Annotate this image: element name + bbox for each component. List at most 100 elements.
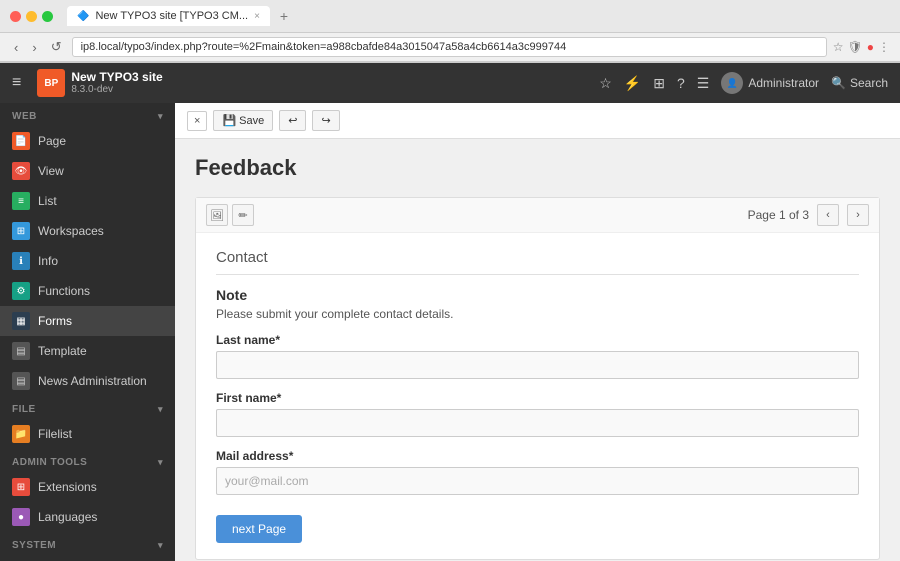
maximize-dot[interactable] [42,11,53,22]
lastname-label: Last name* [216,333,859,347]
next-page-button[interactable]: next Page [216,515,302,543]
sidebar-item-label: Filelist [38,427,72,441]
grid-icon[interactable]: ⊞ [653,75,665,92]
sidebar-item-list[interactable]: ≡ List [0,186,175,216]
address-bar[interactable] [72,37,827,57]
sidebar-item-label: Workspaces [38,224,104,238]
sidebar-item-languages[interactable]: ● Languages [0,502,175,532]
page-info: Page 1 of 3 [748,208,809,222]
redo-icon: ↪ [321,114,330,127]
form-card-icons: 🖼 ✏ [206,204,254,226]
prev-page-button[interactable]: ‹ [817,204,839,226]
refresh-button[interactable]: ↺ [47,37,66,57]
form-note-text: Please submit your complete contact deta… [216,307,859,321]
bookmark-icon[interactable]: ☆ [833,40,844,54]
card-image-icon[interactable]: 🖼 [206,204,228,226]
search-icon: 🔍 [831,76,846,90]
sidebar-item-page[interactable]: 📄 Page [0,126,175,156]
browser-addressbar: ‹ › ↺ ☆ 🛡 ● ⋮ [0,32,900,62]
page-icon: 📄 [12,132,30,150]
filelist-icon: 📁 [12,425,30,443]
shield-icon: 🛡 [848,40,863,54]
sidebar: WEB ▾ 📄 Page 👁 View ≡ List ⊞ Workspaces … [0,103,175,561]
lastname-input[interactable] [216,351,859,379]
sidebar-item-template[interactable]: ▤ Template [0,336,175,366]
sidebar-item-functions[interactable]: ⚙ Functions [0,276,175,306]
card-edit-icon[interactable]: ✏ [232,204,254,226]
page-navigation: Page 1 of 3 ‹ › [748,204,869,226]
sidebar-item-forms[interactable]: ▦ Forms [0,306,175,336]
browser-tab[interactable]: 🔷 New TYPO3 site [TYPO3 CM... × [67,6,270,26]
user-menu[interactable]: 👤 Administrator [721,72,819,94]
form-section-title: Contact [216,249,859,275]
new-tab-button[interactable]: + [280,8,288,24]
forward-button[interactable]: › [28,38,40,57]
sidebar-item-label: Template [38,344,87,358]
form-note-title: Note [216,287,859,303]
site-name: New TYPO3 site [71,70,162,84]
sidebar-item-filelist[interactable]: 📁 Filelist [0,419,175,449]
flash-icon[interactable]: ⚡ [624,75,641,92]
sidebar-item-access[interactable]: 🔒 Access [0,555,175,561]
sidebar-item-info[interactable]: ℹ Info [0,246,175,276]
close-button[interactable]: × [187,111,207,131]
sidebar-item-label: Forms [38,314,72,328]
firstname-label: First name* [216,391,859,405]
undo-icon: ↩ [288,114,297,127]
hamburger-menu[interactable]: ≡ [12,74,21,92]
system-section-arrow: ▾ [158,540,163,551]
sidebar-item-label: Page [38,134,66,148]
sidebar-section-web: WEB ▾ [0,103,175,126]
extensions-icon: ⊞ [12,478,30,496]
back-button[interactable]: ‹ [10,38,22,57]
logo-icon: BP [37,69,65,97]
menu-icon[interactable]: ⋮ [878,40,890,54]
list-icon: ≡ [12,192,30,210]
browser-action-icons: ☆ 🛡 ● ⋮ [833,40,890,54]
sidebar-item-label: View [38,164,64,178]
redo-button[interactable]: ↪ [312,110,339,131]
tab-favicon: 🔷 [77,11,89,22]
mail-input[interactable] [216,467,859,495]
apps-icon[interactable]: ☰ [697,75,710,92]
sidebar-item-view[interactable]: 👁 View [0,156,175,186]
form-field-firstname: First name* [216,391,859,437]
main-layout: WEB ▾ 📄 Page 👁 View ≡ List ⊞ Workspaces … [0,103,900,561]
save-label: Save [239,115,264,127]
info-icon: ℹ [12,252,30,270]
browser-dots [10,11,53,22]
minimize-dot[interactable] [26,11,37,22]
form-field-mail: Mail address* [216,449,859,495]
help-icon[interactable]: ? [677,75,685,91]
save-button[interactable]: 💾 Save [213,110,273,131]
form-field-lastname: Last name* [216,333,859,379]
firstname-input[interactable] [216,409,859,437]
sidebar-section-system: SYSTEM ▾ [0,532,175,555]
web-section-arrow: ▾ [158,111,163,122]
search-button[interactable]: 🔍 Search [831,76,888,90]
sidebar-item-label: Extensions [38,480,97,494]
sidebar-item-extensions[interactable]: ⊞ Extensions [0,472,175,502]
sidebar-section-file: FILE ▾ [0,396,175,419]
form-body: Contact Note Please submit your complete… [196,233,879,559]
undo-button[interactable]: ↩ [279,110,306,131]
bookmark-topbar-icon[interactable]: ☆ [599,75,612,92]
sidebar-item-label: News Administration [38,374,147,388]
sidebar-item-label: Languages [38,510,97,524]
content-toolbar: × 💾 Save ↩ ↪ [175,103,900,139]
save-icon: 💾 [222,114,236,127]
form-card: 🖼 ✏ Page 1 of 3 ‹ › Contact Note Please … [195,197,880,560]
workspaces-icon: ⊞ [12,222,30,240]
topbar: ≡ BP New TYPO3 site 8.3.0-dev ☆ ⚡ ⊞ ? ☰ … [0,63,900,103]
sidebar-item-workspaces[interactable]: ⊞ Workspaces [0,216,175,246]
view-icon: 👁 [12,162,30,180]
tab-close-button[interactable]: × [254,11,260,22]
sidebar-item-label: List [38,194,57,208]
next-page-nav-button[interactable]: › [847,204,869,226]
sidebar-item-news-admin[interactable]: ▤ News Administration [0,366,175,396]
sidebar-item-label: Info [38,254,58,268]
topbar-title: New TYPO3 site 8.3.0-dev [71,70,162,96]
content-area: × 💾 Save ↩ ↪ Feedback 🖼 [175,103,900,561]
functions-icon: ⚙ [12,282,30,300]
close-dot[interactable] [10,11,21,22]
